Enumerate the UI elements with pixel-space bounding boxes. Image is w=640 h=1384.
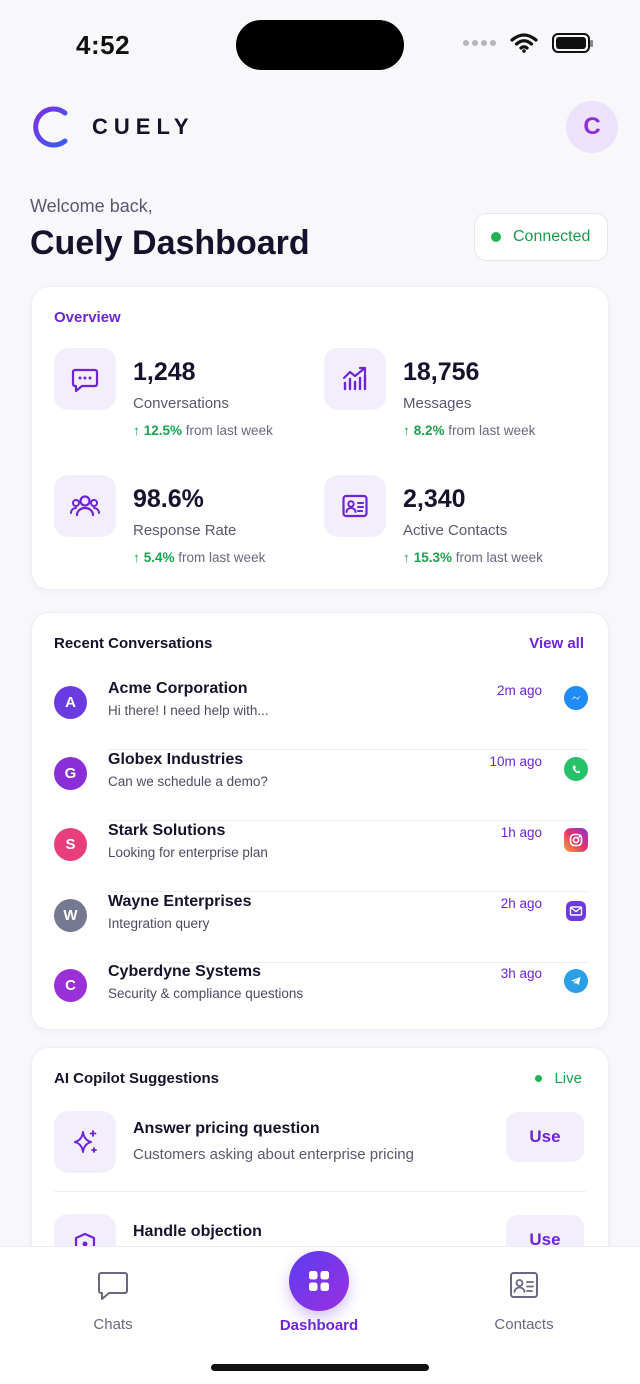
- bar-chart-trend-icon: [324, 348, 386, 410]
- conversation-row[interactable]: C Cyberdyne Systems Security & complianc…: [54, 963, 588, 1033]
- users-icon: [54, 475, 116, 537]
- tab-label: Chats: [93, 1316, 133, 1333]
- dynamic-island: [236, 20, 404, 70]
- recent-conversations-card: Recent Conversations View all A Acme Cor…: [31, 612, 609, 1030]
- stat-value: 18,756: [403, 358, 480, 386]
- conversation-avatar: W: [54, 899, 87, 932]
- brand-name: CUELY: [92, 114, 195, 139]
- instagram-icon: [564, 828, 588, 852]
- stat-delta: ↑ 8.2% from last week: [403, 423, 536, 438]
- tab-contacts[interactable]: Contacts: [464, 1269, 584, 1333]
- home-indicator: [211, 1364, 429, 1371]
- conversation-name: Stark Solutions: [108, 822, 226, 839]
- chat-bubble-icon: [54, 348, 116, 410]
- conversation-time: 2h ago: [500, 896, 542, 911]
- battery-icon: [552, 33, 593, 53]
- conversation-name: Acme Corporation: [108, 680, 248, 697]
- conversation-name: Cyberdyne Systems: [108, 963, 261, 980]
- stat-delta: ↑ 15.3% from last week: [403, 550, 543, 565]
- suggestion-divider: [54, 1191, 586, 1192]
- use-suggestion-button[interactable]: Use: [506, 1112, 584, 1162]
- conversation-preview: Looking for enterprise plan: [108, 845, 268, 860]
- conversation-time: 3h ago: [500, 966, 542, 981]
- brand[interactable]: CUELY: [30, 104, 195, 150]
- conversation-name: Globex Industries: [108, 751, 244, 768]
- signal-icon: [463, 40, 496, 46]
- tab-label: Dashboard: [279, 1317, 359, 1334]
- email-icon: [566, 901, 586, 921]
- live-dot-icon: [535, 1075, 543, 1082]
- overview-card: Overview 1,248 Conversations ↑ 12.5% from…: [31, 286, 609, 590]
- view-all-link[interactable]: View all: [529, 635, 584, 652]
- stat-messages[interactable]: 18,756 Messages ↑ 8.2% from last week: [324, 348, 584, 448]
- stat-label: Response Rate: [133, 522, 237, 539]
- stat-response-rate[interactable]: 98.6% Response Rate ↑ 5.4% from last week: [54, 475, 314, 575]
- cuely-logo-icon: [33, 106, 68, 148]
- row-divider: [108, 891, 588, 892]
- conversation-name: Wayne Enterprises: [108, 893, 252, 910]
- conversation-preview: Can we schedule a demo?: [108, 774, 268, 789]
- stat-active-contacts[interactable]: 2,340 Active Contacts ↑ 15.3% from last w…: [324, 475, 584, 575]
- tab-chats[interactable]: Chats: [53, 1269, 173, 1333]
- conversation-preview: Hi there! I need help with...: [108, 703, 269, 718]
- status-icons: [463, 33, 593, 53]
- conversation-preview: Integration query: [108, 916, 210, 931]
- status-bar: 4:52: [0, 0, 640, 90]
- stat-value: 98.6%: [133, 485, 204, 513]
- suggestion-title: Handle objection: [133, 1223, 262, 1240]
- page-title: Cuely Dashboard: [30, 224, 310, 262]
- conversation-avatar: S: [54, 828, 87, 861]
- stat-delta: ↑ 12.5% from last week: [133, 423, 273, 438]
- user-avatar[interactable]: C: [566, 101, 618, 153]
- copilot-title: AI Copilot Suggestions: [54, 1070, 219, 1087]
- status-time: 4:52: [76, 30, 131, 60]
- whatsapp-icon: [564, 757, 588, 781]
- conversation-time: 10m ago: [489, 754, 542, 769]
- tab-label: Contacts: [494, 1316, 554, 1333]
- stat-value: 2,340: [403, 485, 466, 513]
- connection-status-label: Connected: [513, 228, 591, 245]
- suggestion-title: Answer pricing question: [133, 1120, 320, 1137]
- wifi-icon: [510, 33, 538, 53]
- contact-card-icon: [510, 1272, 538, 1298]
- row-divider: [108, 820, 588, 821]
- grid-icon: [309, 1271, 329, 1291]
- conversation-row[interactable]: S Stark Solutions Looking for enterprise…: [54, 822, 588, 892]
- stat-label: Messages: [403, 395, 472, 412]
- stat-label: Active Contacts: [403, 522, 508, 539]
- suggestion-item: Answer pricing question Customers asking…: [54, 1111, 584, 1173]
- conversation-avatar: G: [54, 757, 87, 790]
- suggestion-description: Customers asking about enterprise pricin…: [133, 1146, 414, 1163]
- sparkles-icon: [54, 1111, 116, 1173]
- conversation-time: 1h ago: [500, 825, 542, 840]
- status-dot-icon: [491, 232, 501, 242]
- stat-delta: ↑ 5.4% from last week: [133, 550, 266, 565]
- conversation-time: 2m ago: [496, 683, 542, 698]
- conversation-row[interactable]: A Acme Corporation Hi there! I need help…: [54, 680, 588, 750]
- live-label: Live: [554, 1070, 582, 1087]
- stat-label: Conversations: [133, 395, 229, 412]
- connection-status-badge[interactable]: Connected: [474, 213, 608, 261]
- stat-conversations[interactable]: 1,248 Conversations ↑ 12.5% from last wee…: [54, 348, 314, 448]
- contact-card-icon: [324, 475, 386, 537]
- conversation-row[interactable]: W Wayne Enterprises Integration query 2h…: [54, 893, 588, 963]
- recent-conversations-title: Recent Conversations: [54, 635, 213, 652]
- row-divider: [108, 749, 588, 750]
- messenger-icon: [564, 686, 588, 710]
- conversation-avatar: C: [54, 969, 87, 1002]
- telegram-icon: [564, 969, 588, 993]
- conversation-avatar: A: [54, 686, 87, 719]
- chat-bubble-icon: [98, 1272, 128, 1300]
- dashboard-fab-button[interactable]: [289, 1251, 349, 1311]
- conversation-row[interactable]: G Globex Industries Can we schedule a de…: [54, 751, 588, 821]
- conversation-preview: Security & compliance questions: [108, 986, 304, 1001]
- live-indicator: Live: [535, 1070, 582, 1087]
- welcome-text: Welcome back,: [30, 196, 153, 216]
- overview-title: Overview: [54, 309, 121, 326]
- stat-value: 1,248: [133, 358, 196, 386]
